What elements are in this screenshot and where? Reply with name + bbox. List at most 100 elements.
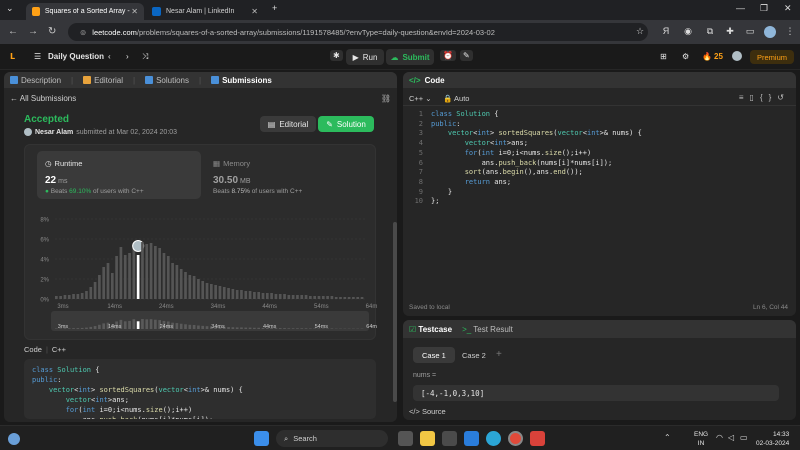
- user-avatar[interactable]: [732, 51, 742, 61]
- file-explorer-icon[interactable]: [420, 431, 435, 446]
- vscode-icon[interactable]: [464, 431, 479, 446]
- code-line[interactable]: public:: [431, 120, 642, 130]
- tab-search-icon[interactable]: ⌄: [6, 3, 14, 14]
- browser-tab-linkedin[interactable]: Nesar Alam | LinkedIn ✕: [146, 3, 264, 20]
- runtime-card[interactable]: ◷ Runtime 22 ms ● Beats 69.10% of users wi…: [37, 151, 201, 199]
- sidepanel-icon[interactable]: ▭: [744, 26, 756, 38]
- braces-icon[interactable]: {}: [760, 93, 777, 102]
- back-icon[interactable]: ←: [8, 26, 18, 37]
- submit-button[interactable]: ☁ Submit: [386, 49, 434, 65]
- memory-card[interactable]: ▦ Memory 30.50 MB Beats 8.75% of users wit…: [205, 151, 365, 199]
- code-line[interactable]: vector<int>ans;: [431, 139, 642, 149]
- tab-editorial[interactable]: Editorial: [83, 76, 123, 85]
- maximize-icon[interactable]: ❐: [760, 3, 768, 14]
- input-language[interactable]: ENG IN: [694, 430, 708, 448]
- site-info-icon[interactable]: ⊚: [80, 28, 86, 37]
- source-link[interactable]: </> Source: [403, 404, 796, 420]
- task-view-icon[interactable]: [398, 431, 413, 446]
- code-line[interactable]: ans.push_back(nums[i]*nums[i]);: [431, 159, 642, 169]
- tray-chevron-icon[interactable]: ⌃: [664, 433, 671, 442]
- format-icon[interactable]: ≡: [739, 93, 750, 102]
- nums-input[interactable]: [-4,-1,0,3,10]: [413, 385, 779, 401]
- browser-tab-leetcode[interactable]: Squares of a Sorted Array - Lee ✕: [26, 3, 144, 20]
- wps-office-icon[interactable]: [530, 431, 545, 446]
- browser-menu-icon[interactable]: ⋮: [784, 26, 796, 38]
- url-input[interactable]: ⊚ leetcode.com /problems/squares-of-a-so…: [68, 23, 648, 41]
- code-line[interactable]: };: [431, 197, 642, 207]
- problem-list-icon[interactable]: ☰: [34, 52, 41, 61]
- close-tab-icon[interactable]: ✕: [131, 7, 138, 16]
- case-1-button[interactable]: Case 1: [413, 347, 455, 363]
- author-name[interactable]: Nesar Alam: [35, 129, 73, 136]
- new-tab-icon[interactable]: +: [272, 3, 277, 13]
- runtime-distribution-chart[interactable]: 8% 6% 4% 2% 0% 3ms 14ms 24ms 34ms 44ms 54ms 64ms 3ms…: [25, 207, 377, 341]
- premium-button[interactable]: Premium: [750, 50, 794, 64]
- windows-start-icon[interactable]: [254, 431, 269, 446]
- close-tab-icon[interactable]: ✕: [251, 7, 258, 16]
- tab-submissions[interactable]: Submissions: [211, 76, 272, 85]
- code-line[interactable]: sort(ans.begin(),ans.end());: [431, 168, 642, 178]
- bookmark-star-icon[interactable]: ☆: [634, 26, 646, 38]
- store-icon[interactable]: [442, 431, 457, 446]
- prev-problem-icon[interactable]: ‹: [108, 52, 111, 61]
- timer-icon[interactable]: ⏰: [440, 50, 456, 61]
- chrome-icon[interactable]: [508, 431, 523, 446]
- minimize-icon[interactable]: —: [736, 3, 745, 13]
- share-link-icon[interactable]: ⛓: [381, 94, 391, 103]
- editorial-button[interactable]: ▤ Editorial: [260, 116, 316, 132]
- puzzle-icon[interactable]: ✚: [724, 26, 736, 38]
- submit-label: Submit: [402, 52, 430, 62]
- all-submissions-link[interactable]: ← All Submissions: [10, 94, 76, 103]
- wifi-icon[interactable]: ◠: [716, 433, 723, 442]
- settings-gear-icon[interactable]: ⚙: [682, 52, 689, 61]
- tab-test-result[interactable]: >_ Test Result: [462, 325, 513, 334]
- layout-icon[interactable]: ⊞: [660, 52, 667, 61]
- taskbar-search[interactable]: ⌕ Search: [276, 430, 388, 447]
- battery-icon[interactable]: ▭: [740, 433, 748, 442]
- code-lines[interactable]: class Solution {public: vector<int> sort…: [431, 110, 642, 207]
- code-tab[interactable]: </> Code: [403, 72, 796, 88]
- leetcode-logo-icon[interactable]: ᒪ: [10, 52, 15, 61]
- code-editor[interactable]: 1 2 3 4 5 6 7 8 9 10 class Solution {public: vect…: [403, 110, 796, 300]
- close-window-icon[interactable]: ✕: [784, 3, 792, 14]
- add-case-icon[interactable]: +: [496, 349, 502, 360]
- streak-count[interactable]: 25: [714, 52, 723, 61]
- next-problem-icon[interactable]: ›: [126, 52, 129, 61]
- code-line[interactable]: for(int i=0;i<nums.size();i++): [431, 149, 642, 159]
- code-line[interactable]: }: [431, 188, 642, 198]
- brush-bar: [188, 324, 192, 329]
- daily-question-link[interactable]: Daily Question: [48, 52, 104, 61]
- left-panel-scrollbar[interactable]: [393, 222, 397, 402]
- code-line[interactable]: class Solution {: [431, 110, 642, 120]
- language-select[interactable]: C++ ⌄: [409, 94, 432, 103]
- debug-icon[interactable]: ✱: [330, 50, 343, 61]
- run-button[interactable]: ▶ Run: [346, 49, 384, 65]
- tab-testcase[interactable]: ☑ Testcase: [409, 325, 452, 334]
- case-2-button[interactable]: Case 2: [453, 347, 495, 363]
- streak-fire-icon[interactable]: 🔥: [702, 52, 712, 61]
- brush-bar: [132, 319, 136, 329]
- extension-icon[interactable]: ⧉: [704, 26, 716, 38]
- brush-bar: [231, 327, 235, 329]
- volume-icon[interactable]: ◁: [728, 433, 734, 442]
- solution-button[interactable]: ✎ Solution: [318, 116, 374, 132]
- system-clock[interactable]: 14:33 02-03-2024: [756, 430, 789, 448]
- code-line[interactable]: vector<int> sortedSquares(vector<int>& n…: [431, 129, 642, 139]
- tab-description[interactable]: Description: [10, 76, 61, 85]
- code-line[interactable]: return ans;: [431, 178, 642, 188]
- weather-icon[interactable]: [8, 433, 20, 445]
- extension-icon[interactable]: Я: [660, 26, 672, 38]
- reload-icon[interactable]: ↻: [48, 26, 56, 37]
- edge-icon[interactable]: [486, 431, 501, 446]
- auto-mode-toggle[interactable]: 🔒 Auto: [443, 94, 469, 103]
- extension-icon[interactable]: ◉: [682, 26, 694, 38]
- forward-icon[interactable]: →: [28, 26, 38, 37]
- bookmark-icon[interactable]: ▯: [750, 93, 760, 102]
- tab-solutions[interactable]: Solutions: [145, 76, 189, 85]
- submitted-code-block[interactable]: class Solution {public: vector<int> sort…: [24, 359, 376, 419]
- reset-icon[interactable]: ↺: [777, 93, 790, 102]
- notes-icon[interactable]: ✎: [460, 50, 473, 61]
- shuffle-icon[interactable]: ⤨: [142, 52, 148, 62]
- profile-avatar-icon[interactable]: [764, 26, 776, 38]
- line-number: 1: [418, 110, 423, 118]
